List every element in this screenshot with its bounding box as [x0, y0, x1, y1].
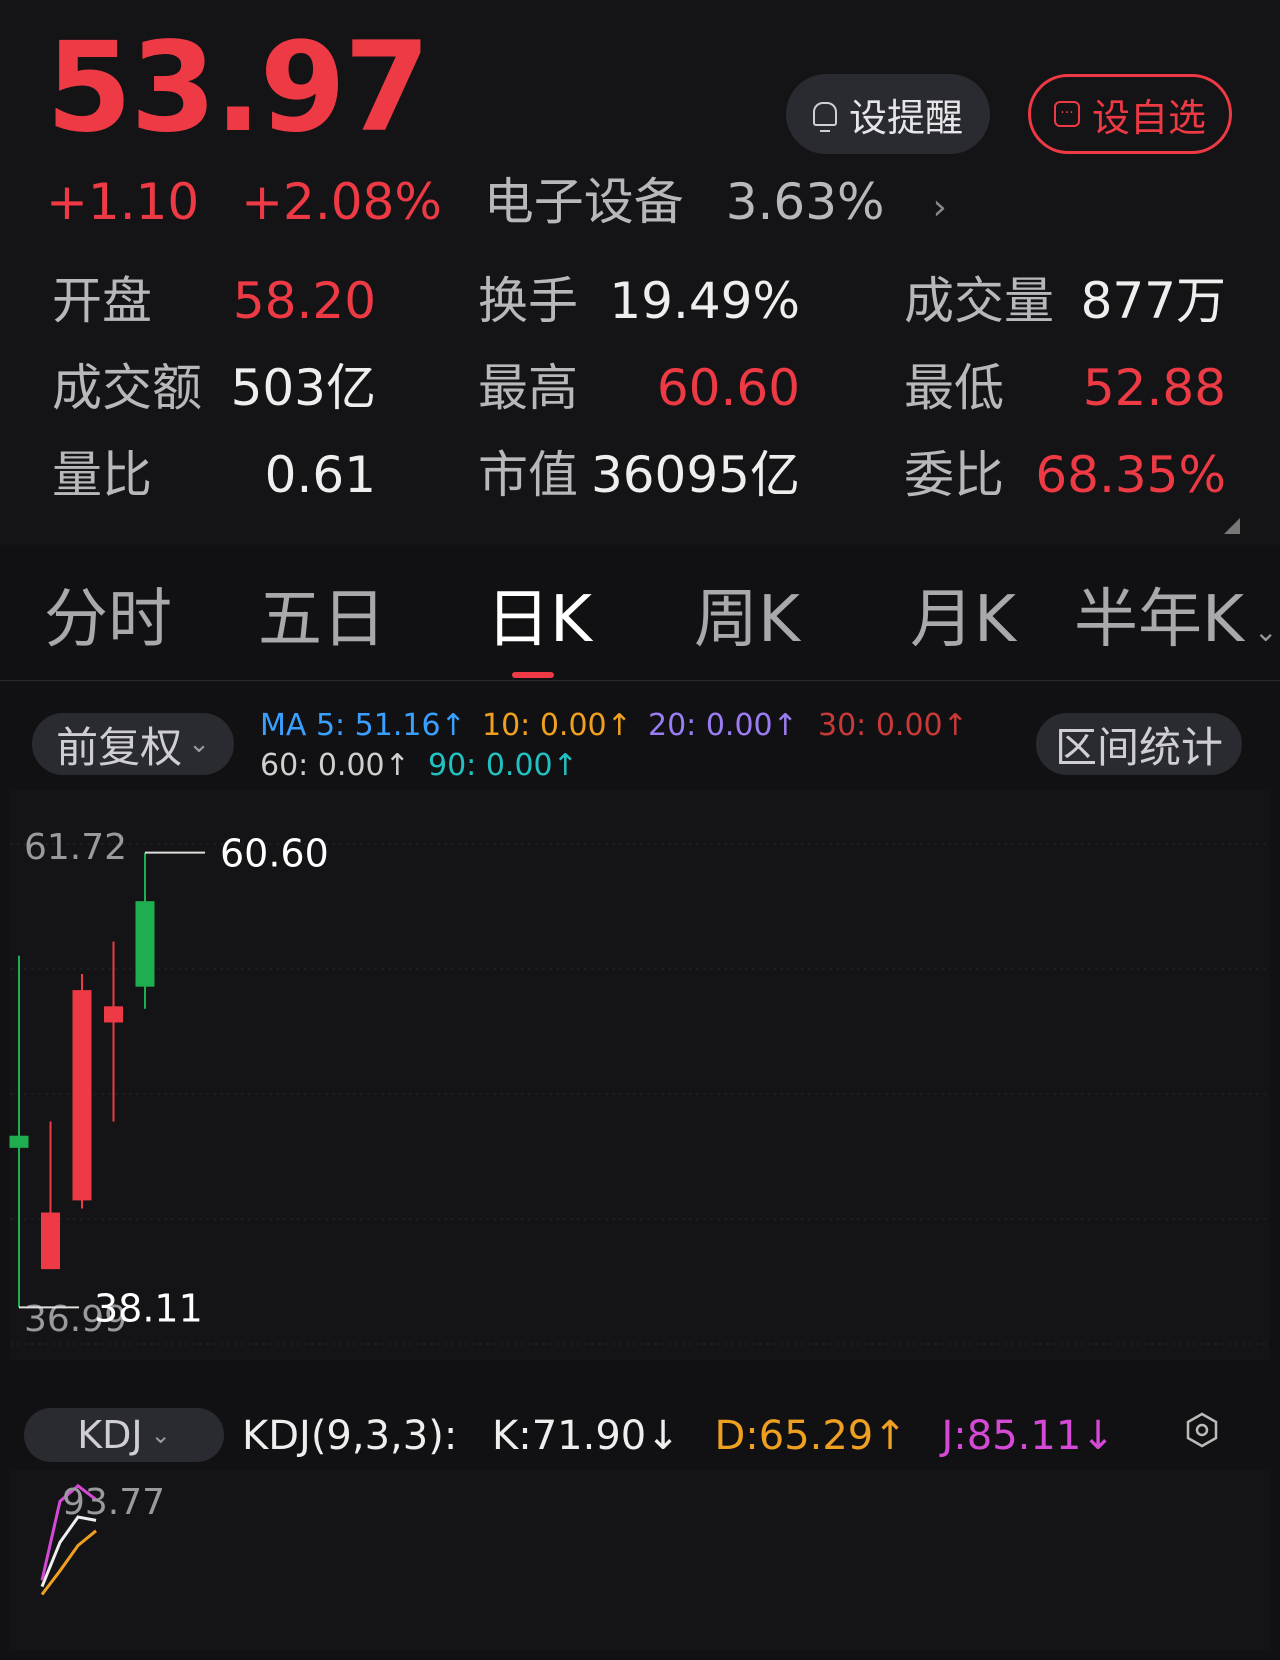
kdj-j-value: J:85.11↓ [941, 1413, 1115, 1459]
stat-high: 最高 60.60 [478, 355, 800, 421]
chart-grid [10, 790, 1270, 1360]
chevron-down-icon: ⌄ [150, 1421, 171, 1449]
set-reminder-label: 设提醒 [848, 95, 963, 140]
stat-bid-ratio: 委比 68.35% [904, 442, 1226, 508]
kline-chart[interactable]: 61.72 36.99 60.60 38.11 [0, 790, 1280, 1370]
stat-turnover: 换手 19.49% [478, 268, 800, 334]
tab-weekly-k[interactable]: 周K [694, 580, 800, 660]
quote-panel: 53.97 +1.10 +2.08% 电子设备 3.63% › 设提醒 ··· … [0, 0, 1280, 545]
tab-intraday[interactable]: 分时 [44, 580, 172, 660]
ma5-label: MA 5: 51.16↑ [260, 708, 466, 743]
sector-name: 电子设备 [483, 173, 684, 231]
price-adjust-dropdown[interactable]: 前复权 ⌄ [32, 713, 234, 775]
candle-body [41, 1212, 60, 1270]
candle-body [135, 901, 155, 987]
stat-value: 68.35% [1035, 446, 1226, 504]
last-price: 53.97 [46, 16, 430, 160]
watchlist-icon: ··· [1053, 101, 1080, 127]
indicator-label: KDJ [77, 1413, 143, 1457]
low-marker-label: 38.11 [94, 1286, 203, 1330]
tab-daily-k[interactable]: 日K [486, 580, 592, 660]
kdj-d-value: D:65.29↑ [714, 1413, 907, 1459]
stat-label: 市值 [478, 446, 578, 504]
stat-label: 成交额 [52, 359, 202, 417]
ma20-label: 20: 0.00↑ [648, 708, 798, 743]
stat-value: 36095亿 [590, 446, 800, 504]
chart-background [10, 790, 1270, 1360]
sector-link[interactable]: 电子设备 3.63% › [484, 173, 973, 231]
stat-value: 877万 [1080, 272, 1226, 330]
kdj-title: KDJ(9,3,3): [242, 1413, 458, 1459]
indicator-dropdown[interactable]: KDJ ⌄ [24, 1408, 224, 1462]
price-change: +1.10 [46, 173, 200, 231]
high-marker-label: 60.60 [220, 832, 329, 876]
stat-market-cap: 市值 36095亿 [478, 442, 800, 508]
stat-label: 最高 [478, 359, 578, 417]
ma90-label: 90: 0.00↑ [428, 748, 578, 783]
add-watchlist-label: 设自选 [1091, 95, 1206, 140]
ma10-label: 10: 0.00↑ [482, 708, 632, 743]
stat-amount: 成交额 503亿 [52, 355, 376, 421]
candle-body [104, 1006, 123, 1023]
stat-value: 60.60 [656, 359, 800, 417]
axis-max-label: 61.72 [24, 827, 127, 868]
tab-half-year-label: 半年K [1074, 583, 1244, 657]
stat-low: 最低 52.88 [904, 355, 1226, 421]
bell-icon [812, 102, 837, 132]
stat-value: 58.20 [232, 272, 376, 330]
stat-label: 换手 [478, 272, 578, 330]
active-tab-indicator [512, 672, 554, 678]
stat-label: 量比 [52, 446, 152, 504]
stat-volume: 成交量 877万 [904, 268, 1226, 334]
tab-half-year-k[interactable]: 半年K ⌄ [1074, 580, 1277, 672]
candle-body [72, 990, 92, 1201]
period-tabs: 分时 五日 日K 周K 月K 半年K ⌄ [0, 560, 1280, 681]
chevron-down-icon: ⌄ [188, 729, 210, 759]
ma60-label: 60: 0.00↑ [260, 748, 410, 783]
sector-pct: 3.63% [725, 173, 885, 231]
stat-volume-ratio: 量比 0.61 [52, 442, 376, 508]
add-watchlist-button[interactable]: ··· 设自选 [1028, 74, 1232, 154]
candle-body [9, 1135, 29, 1148]
price-adjust-label: 前复权 [56, 722, 183, 772]
stat-label: 最低 [904, 359, 1004, 417]
range-stats-button[interactable]: 区间统计 [1036, 713, 1242, 775]
kdj-axis-max-label: 93.77 [62, 1482, 165, 1523]
price-change-pct: +2.08% [241, 173, 442, 231]
stat-value: 19.49% [609, 272, 800, 330]
expand-corner-icon[interactable] [1224, 518, 1240, 534]
stat-label: 开盘 [52, 272, 152, 330]
change-row: +1.10 +2.08% 电子设备 3.63% › [46, 172, 999, 238]
tab-monthly-k[interactable]: 月K [910, 580, 1016, 660]
stat-value: 503亿 [230, 359, 376, 417]
kdj-chart[interactable]: 93.77 [0, 1470, 1280, 1650]
ma30-label: 30: 0.00↑ [818, 708, 968, 743]
stat-open: 开盘 58.20 [52, 268, 376, 334]
kdj-k-value: K:71.90↓ [492, 1413, 680, 1459]
hexagon-gear-icon[interactable] [1184, 1412, 1220, 1448]
chevron-right-icon: › [932, 187, 947, 228]
kdj-values: KDJ(9,3,3): K:71.90↓ D:65.29↑ J:85.11↓ [242, 1410, 1137, 1462]
set-reminder-button[interactable]: 设提醒 [786, 74, 990, 154]
stat-value: 0.61 [264, 446, 376, 504]
stat-label: 成交量 [904, 272, 1054, 330]
stat-label: 委比 [904, 446, 1004, 504]
tab-five-day[interactable]: 五日 [258, 580, 386, 660]
chevron-down-icon: ⌄ [1253, 615, 1278, 648]
stat-value: 52.88 [1082, 359, 1226, 417]
